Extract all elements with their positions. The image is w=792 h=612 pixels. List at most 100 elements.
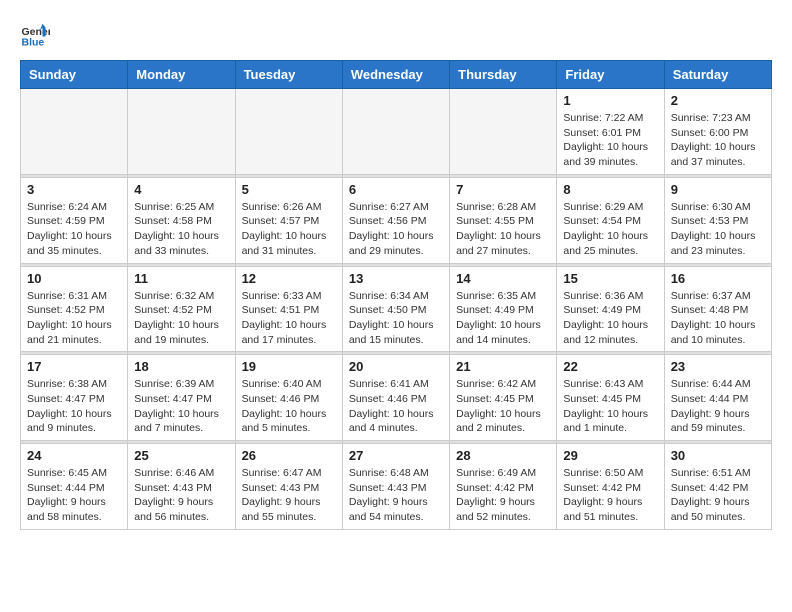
day-info: Sunrise: 6:45 AMSunset: 4:44 PMDaylight:… — [27, 466, 121, 525]
calendar-cell: 16 Sunrise: 6:37 AMSunset: 4:48 PMDayligh… — [664, 266, 771, 352]
day-number: 25 — [134, 448, 228, 463]
calendar-cell: 14Sunrise: 6:35 AMSunset: 4:49 PMDayligh… — [450, 266, 557, 352]
day-info: Sunrise: 6:51 AMSunset: 4:42 PMDaylight:… — [671, 466, 765, 525]
day-number: 16 — [671, 271, 765, 286]
calendar-cell — [450, 89, 557, 175]
day-number: 30 — [671, 448, 765, 463]
day-info: Sunrise: 6:27 AMSunset: 4:56 PMDaylight:… — [349, 200, 443, 259]
calendar-cell: 6 Sunrise: 6:27 AMSunset: 4:56 PMDaylight… — [342, 177, 449, 263]
calendar-cell: 3Sunrise: 6:24 AMSunset: 4:59 PMDaylight… — [21, 177, 128, 263]
day-number: 15 — [563, 271, 657, 286]
calendar-cell: 15 Sunrise: 6:36 AMSunset: 4:49 PMDayligh… — [557, 266, 664, 352]
calendar-cell: 11 Sunrise: 6:32 AMSunset: 4:52 PMDayligh… — [128, 266, 235, 352]
day-info: Sunrise: 6:32 AMSunset: 4:52 PMDaylight:… — [134, 289, 228, 348]
calendar-cell: 7 Sunrise: 6:28 AMSunset: 4:55 PMDaylight… — [450, 177, 557, 263]
day-number: 11 — [134, 271, 228, 286]
calendar-week-1: 1 Sunrise: 7:22 AMSunset: 6:01 PMDaylight… — [21, 89, 772, 175]
calendar-cell: 30 Sunrise: 6:51 AMSunset: 4:42 PMDayligh… — [664, 444, 771, 530]
calendar-cell: 23Sunrise: 6:44 AMSunset: 4:44 PMDayligh… — [664, 355, 771, 441]
calendar-week-2: 3Sunrise: 6:24 AMSunset: 4:59 PMDaylight… — [21, 177, 772, 263]
day-number: 21 — [456, 359, 550, 374]
calendar-cell: 10 Sunrise: 6:31 AMSunset: 4:52 PMDayligh… — [21, 266, 128, 352]
calendar: SundayMondayTuesdayWednesdayThursdayFrid… — [20, 60, 772, 530]
day-info: Sunrise: 6:49 AMSunset: 4:42 PMDaylight:… — [456, 466, 550, 525]
calendar-cell: 29 Sunrise: 6:50 AMSunset: 4:42 PMDayligh… — [557, 444, 664, 530]
day-info: Sunrise: 6:26 AMSunset: 4:57 PMDaylight:… — [242, 200, 336, 259]
day-number: 28 — [456, 448, 550, 463]
day-info: Sunrise: 6:42 AMSunset: 4:45 PMDaylight:… — [456, 377, 550, 436]
day-number: 8 — [563, 182, 657, 197]
weekday-header-thursday: Thursday — [450, 61, 557, 89]
day-info: Sunrise: 6:46 AMSunset: 4:43 PMDaylight:… — [134, 466, 228, 525]
day-info: Sunrise: 6:41 AMSunset: 4:46 PMDaylight:… — [349, 377, 443, 436]
calendar-cell: 24 Sunrise: 6:45 AMSunset: 4:44 PMDayligh… — [21, 444, 128, 530]
day-info: Sunrise: 6:36 AMSunset: 4:49 PMDaylight:… — [563, 289, 657, 348]
day-number: 24 — [27, 448, 121, 463]
day-info: Sunrise: 6:40 AMSunset: 4:46 PMDaylight:… — [242, 377, 336, 436]
calendar-cell: 25 Sunrise: 6:46 AMSunset: 4:43 PMDayligh… — [128, 444, 235, 530]
calendar-cell: 4 Sunrise: 6:25 AMSunset: 4:58 PMDaylight… — [128, 177, 235, 263]
calendar-cell: 19Sunrise: 6:40 AMSunset: 4:46 PMDayligh… — [235, 355, 342, 441]
weekday-header-saturday: Saturday — [664, 61, 771, 89]
day-number: 18 — [134, 359, 228, 374]
weekday-header-tuesday: Tuesday — [235, 61, 342, 89]
calendar-week-5: 24 Sunrise: 6:45 AMSunset: 4:44 PMDayligh… — [21, 444, 772, 530]
day-info: Sunrise: 6:39 AMSunset: 4:47 PMDaylight:… — [134, 377, 228, 436]
logo-icon: General Blue — [20, 20, 50, 50]
day-number: 29 — [563, 448, 657, 463]
calendar-cell: 21 Sunrise: 6:42 AMSunset: 4:45 PMDayligh… — [450, 355, 557, 441]
day-info: Sunrise: 6:31 AMSunset: 4:52 PMDaylight:… — [27, 289, 121, 348]
day-number: 27 — [349, 448, 443, 463]
day-number: 23 — [671, 359, 765, 374]
calendar-cell: 28 Sunrise: 6:49 AMSunset: 4:42 PMDayligh… — [450, 444, 557, 530]
weekday-header-monday: Monday — [128, 61, 235, 89]
day-number: 1 — [563, 93, 657, 108]
day-number: 13 — [349, 271, 443, 286]
calendar-cell: 8 Sunrise: 6:29 AMSunset: 4:54 PMDaylight… — [557, 177, 664, 263]
calendar-cell — [235, 89, 342, 175]
calendar-cell: 17Sunrise: 6:38 AMSunset: 4:47 PMDayligh… — [21, 355, 128, 441]
day-number: 9 — [671, 182, 765, 197]
day-info: Sunrise: 6:25 AMSunset: 4:58 PMDaylight:… — [134, 200, 228, 259]
day-number: 10 — [27, 271, 121, 286]
calendar-cell — [342, 89, 449, 175]
day-number: 26 — [242, 448, 336, 463]
day-info: Sunrise: 6:37 AMSunset: 4:48 PMDaylight:… — [671, 289, 765, 348]
calendar-cell: 12Sunrise: 6:33 AMSunset: 4:51 PMDayligh… — [235, 266, 342, 352]
day-number: 7 — [456, 182, 550, 197]
day-number: 14 — [456, 271, 550, 286]
calendar-cell: 5 Sunrise: 6:26 AMSunset: 4:57 PMDaylight… — [235, 177, 342, 263]
day-info: Sunrise: 7:23 AMSunset: 6:00 PMDaylight:… — [671, 111, 765, 170]
day-number: 20 — [349, 359, 443, 374]
day-number: 4 — [134, 182, 228, 197]
calendar-week-4: 17Sunrise: 6:38 AMSunset: 4:47 PMDayligh… — [21, 355, 772, 441]
day-number: 12 — [242, 271, 336, 286]
svg-text:Blue: Blue — [22, 37, 45, 49]
day-info: Sunrise: 6:43 AMSunset: 4:45 PMDaylight:… — [563, 377, 657, 436]
day-number: 3 — [27, 182, 121, 197]
calendar-cell — [128, 89, 235, 175]
calendar-header-row: SundayMondayTuesdayWednesdayThursdayFrid… — [21, 61, 772, 89]
calendar-cell: 13 Sunrise: 6:34 AMSunset: 4:50 PMDayligh… — [342, 266, 449, 352]
calendar-cell: 2Sunrise: 7:23 AMSunset: 6:00 PMDaylight… — [664, 89, 771, 175]
day-info: Sunrise: 6:48 AMSunset: 4:43 PMDaylight:… — [349, 466, 443, 525]
day-info: Sunrise: 6:29 AMSunset: 4:54 PMDaylight:… — [563, 200, 657, 259]
day-number: 6 — [349, 182, 443, 197]
day-number: 5 — [242, 182, 336, 197]
day-info: Sunrise: 6:50 AMSunset: 4:42 PMDaylight:… — [563, 466, 657, 525]
day-info: Sunrise: 6:34 AMSunset: 4:50 PMDaylight:… — [349, 289, 443, 348]
weekday-header-wednesday: Wednesday — [342, 61, 449, 89]
day-info: Sunrise: 7:22 AMSunset: 6:01 PMDaylight:… — [563, 111, 657, 170]
calendar-cell: 20 Sunrise: 6:41 AMSunset: 4:46 PMDayligh… — [342, 355, 449, 441]
calendar-cell: 22 Sunrise: 6:43 AMSunset: 4:45 PMDayligh… — [557, 355, 664, 441]
weekday-header-sunday: Sunday — [21, 61, 128, 89]
logo: General Blue — [20, 20, 54, 50]
weekday-header-friday: Friday — [557, 61, 664, 89]
header: General Blue — [20, 20, 772, 50]
day-number: 17 — [27, 359, 121, 374]
calendar-cell: 26Sunrise: 6:47 AMSunset: 4:43 PMDayligh… — [235, 444, 342, 530]
day-number: 22 — [563, 359, 657, 374]
calendar-cell: 27 Sunrise: 6:48 AMSunset: 4:43 PMDayligh… — [342, 444, 449, 530]
day-info: Sunrise: 6:28 AMSunset: 4:55 PMDaylight:… — [456, 200, 550, 259]
calendar-cell: 9Sunrise: 6:30 AMSunset: 4:53 PMDaylight… — [664, 177, 771, 263]
